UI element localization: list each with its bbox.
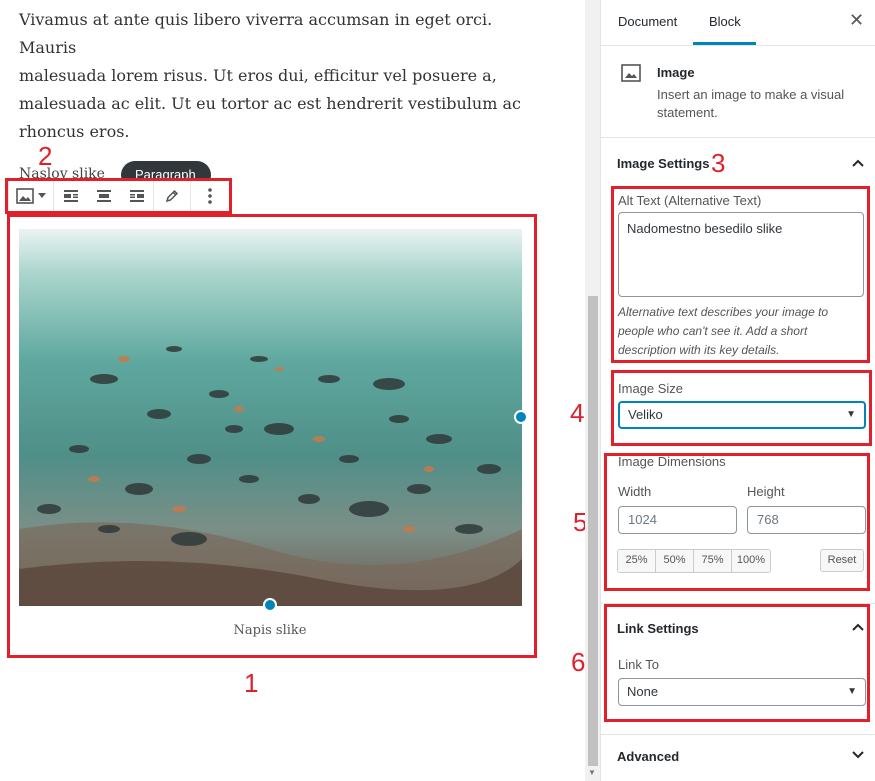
percent-button-group: 25% 50% 75% 100% (617, 549, 771, 573)
align-center-button[interactable] (87, 181, 120, 211)
image-dimensions-label: Image Dimensions (618, 454, 726, 469)
image-size-select[interactable]: Veliko ▼ (618, 401, 866, 429)
block-card-title: Image (657, 65, 695, 80)
percent-50-button[interactable]: 50% (656, 550, 694, 572)
percent-25-button[interactable]: 25% (618, 550, 656, 572)
link-to-label: Link To (618, 657, 659, 672)
settings-sidebar: Document Block ✕ Image Insert an image t… (600, 0, 875, 781)
link-to-value: None (627, 684, 659, 699)
block-card-description: Insert an image to make a visual stateme… (657, 87, 845, 120)
annotation-number-6: 6 (571, 647, 586, 677)
chevron-down-icon[interactable] (851, 748, 865, 762)
resize-handle-right[interactable] (514, 410, 528, 424)
percent-100-button[interactable]: 100% (732, 550, 770, 572)
active-tab-indicator (693, 42, 756, 45)
align-center-icon (96, 190, 111, 202)
more-options-button[interactable] (191, 181, 229, 211)
block-toolbar (8, 180, 230, 212)
link-settings-toggle[interactable]: Link Settings (617, 621, 699, 636)
more-vertical-icon (208, 188, 212, 204)
panel-divider (601, 603, 875, 604)
image-settings-toggle[interactable]: Image Settings (617, 156, 709, 171)
link-to-select[interactable]: None ▼ (618, 678, 866, 706)
edit-image-button[interactable] (154, 181, 190, 211)
image-caption[interactable]: Napis slike (8, 623, 532, 638)
alt-text-label: Alt Text (Alternative Text) (618, 193, 762, 208)
chevron-up-icon[interactable] (851, 156, 865, 170)
change-block-type-button[interactable] (9, 181, 53, 211)
align-right-icon (129, 190, 144, 202)
image-block[interactable]: Napis slike (8, 214, 536, 656)
select-arrow-icon: ▼ (846, 409, 856, 420)
pencil-icon (165, 189, 179, 203)
alt-text-help: Alternative text describes your image to… (618, 305, 829, 357)
alt-text-field[interactable]: Nadomestno besedilo slike (618, 212, 864, 297)
tab-document[interactable]: Document (618, 14, 677, 29)
align-left-icon (63, 190, 78, 202)
height-input[interactable]: 768 (747, 506, 866, 534)
underwater-image[interactable] (19, 229, 522, 606)
annotation-number-1: 1 (244, 668, 259, 698)
resize-handle-bottom[interactable] (263, 598, 277, 612)
percent-75-button[interactable]: 75% (694, 550, 732, 572)
close-icon[interactable]: ✕ (849, 10, 864, 31)
paragraph-line: malesuada ac elit. Ut eu tortor ac est h… (19, 94, 521, 113)
image-content (19, 229, 522, 606)
chevron-up-icon[interactable] (851, 620, 865, 634)
image-size-value: Veliko (628, 407, 663, 422)
reset-dimensions-button[interactable]: Reset (820, 549, 864, 572)
image-size-label: Image Size (618, 381, 684, 396)
align-right-button[interactable] (120, 181, 153, 211)
block-card: Image Insert an image to make a visual s… (601, 46, 875, 138)
scroll-down-arrow-icon[interactable]: ▼ (588, 768, 596, 777)
select-arrow-icon: ▼ (847, 686, 857, 697)
height-label: Height (747, 484, 785, 499)
scrollbar-thumb[interactable] (588, 296, 598, 766)
paragraph-line: rhoncus eros. (19, 122, 130, 141)
caret-down-icon (38, 193, 46, 198)
annotation-number-4: 4 (570, 398, 585, 428)
annotation-number-3: 3 (711, 148, 726, 178)
paragraph-line: malesuada lorem risus. Ut eros dui, effi… (19, 66, 497, 85)
width-label: Width (618, 484, 652, 499)
sidebar-tabs: Document Block ✕ (601, 0, 875, 46)
panel-divider (601, 734, 875, 735)
paragraph-line: Vivamus at ante quis libero viverra accu… (19, 10, 493, 57)
image-icon (16, 188, 34, 204)
image-icon (621, 64, 641, 82)
tab-block[interactable]: Block (709, 14, 741, 29)
align-left-button[interactable] (54, 181, 87, 211)
annotation-number-2: 2 (38, 141, 53, 171)
paragraph-block[interactable]: Vivamus at ante quis libero viverra accu… (19, 6, 539, 146)
width-input[interactable]: 1024 (618, 506, 737, 534)
advanced-toggle[interactable]: Advanced (617, 749, 679, 764)
editor-canvas: Vivamus at ante quis libero viverra accu… (0, 0, 587, 781)
